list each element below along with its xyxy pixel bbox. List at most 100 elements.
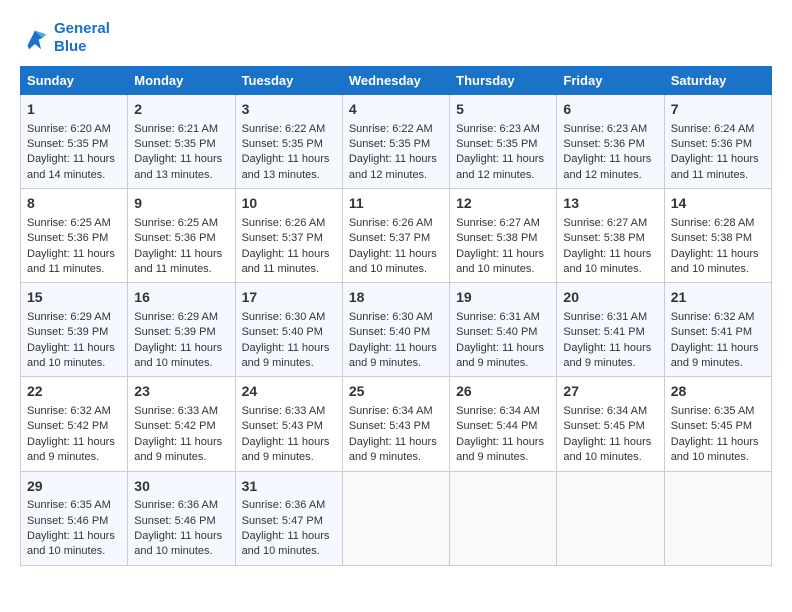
calendar-cell: 1Sunrise: 6:20 AMSunset: 5:35 PMDaylight… — [21, 95, 128, 189]
day-number: 9 — [134, 194, 228, 214]
sunrise-label: Sunrise: 6:22 AM — [349, 123, 433, 135]
daylight-label: Daylight: 11 hours and 12 minutes. — [563, 153, 651, 180]
sunset-label: Sunset: 5:42 PM — [134, 420, 215, 432]
calendar-cell: 13Sunrise: 6:27 AMSunset: 5:38 PMDayligh… — [557, 189, 664, 283]
sunset-label: Sunset: 5:40 PM — [349, 326, 430, 338]
calendar-cell: 5Sunrise: 6:23 AMSunset: 5:35 PMDaylight… — [450, 95, 557, 189]
calendar-cell: 24 Sunrise: 6:33 AM Sunset: 5:43 PM Dayligh… — [235, 377, 342, 471]
day-number: 19 — [456, 288, 550, 308]
sunset-label: Sunset: 5:35 PM — [27, 138, 108, 150]
sunset-label: Sunset: 5:44 PM — [456, 420, 537, 432]
sunrise-label: Sunrise: 6:30 AM — [242, 311, 326, 323]
day-number: 13 — [563, 194, 657, 214]
sunset-label: Sunset: 5:36 PM — [134, 232, 215, 244]
sunset-label: Sunset: 5:40 PM — [456, 326, 537, 338]
header-cell-sunday: Sunday — [21, 67, 128, 95]
daylight-label: Daylight: 11 hours and 11 minutes. — [27, 248, 115, 275]
calendar-cell — [664, 471, 771, 565]
sunset-label: Sunset: 5:37 PM — [242, 232, 323, 244]
calendar-cell: 11Sunrise: 6:26 AMSunset: 5:37 PMDayligh… — [342, 189, 449, 283]
daylight-label: Daylight: 11 hours and 10 minutes. — [563, 436, 651, 463]
header-cell-wednesday: Wednesday — [342, 67, 449, 95]
calendar-cell: 31Sunrise: 6:36 AMSunset: 5:47 PMDayligh… — [235, 471, 342, 565]
sunrise-label: Sunrise: 6:32 AM — [671, 311, 755, 323]
day-number: 7 — [671, 100, 765, 120]
sunset-label: Sunset: 5:43 PM — [242, 420, 323, 432]
daylight-label: Daylight: 11 hours and 12 minutes. — [456, 153, 544, 180]
sunset-label: Sunset: 5:38 PM — [671, 232, 752, 244]
sunrise-label: Sunrise: 6:24 AM — [671, 123, 755, 135]
daylight-label: Daylight: 11 hours and 12 minutes. — [349, 153, 437, 180]
sunset-label: Sunset: 5:35 PM — [242, 138, 323, 150]
sunrise-label: Sunrise: 6:26 AM — [349, 217, 433, 229]
sunrise-label: Sunrise: 6:34 AM — [349, 405, 433, 417]
daylight-label: Daylight: 11 hours and 11 minutes. — [671, 153, 759, 180]
calendar-cell: 21Sunrise: 6:32 AMSunset: 5:41 PMDayligh… — [664, 283, 771, 377]
week-row-2: 8Sunrise: 6:25 AMSunset: 5:36 PMDaylight… — [21, 189, 772, 283]
sunset-label: Sunset: 5:41 PM — [671, 326, 752, 338]
day-number: 20 — [563, 288, 657, 308]
day-number: 18 — [349, 288, 443, 308]
sunset-label: Sunset: 5:41 PM — [563, 326, 644, 338]
logo-icon — [20, 23, 50, 53]
sunrise-label: Sunrise: 6:33 AM — [242, 405, 326, 417]
page-header: General Blue — [20, 20, 772, 56]
daylight-label: Daylight: 11 hours and 9 minutes. — [349, 436, 437, 463]
sunset-label: Sunset: 5:38 PM — [456, 232, 537, 244]
sunset-label: Sunset: 5:47 PM — [242, 515, 323, 527]
calendar-cell: 30Sunrise: 6:36 AMSunset: 5:46 PMDayligh… — [128, 471, 235, 565]
calendar-cell: 12Sunrise: 6:27 AMSunset: 5:38 PMDayligh… — [450, 189, 557, 283]
day-number: 24 — [242, 382, 336, 402]
sunset-label: Sunset: 5:38 PM — [563, 232, 644, 244]
daylight-label: Daylight: 11 hours and 9 minutes. — [349, 342, 437, 369]
sunset-label: Sunset: 5:35 PM — [134, 138, 215, 150]
sunset-label: Sunset: 5:39 PM — [134, 326, 215, 338]
sunrise-label: Sunrise: 6:36 AM — [242, 499, 326, 511]
calendar-cell: 14Sunrise: 6:28 AMSunset: 5:38 PMDayligh… — [664, 189, 771, 283]
daylight-label: Daylight: 11 hours and 11 minutes. — [134, 248, 222, 275]
daylight-label: Daylight: 11 hours and 9 minutes. — [242, 436, 330, 463]
calendar-table: SundayMondayTuesdayWednesdayThursdayFrid… — [20, 66, 772, 566]
header-row: SundayMondayTuesdayWednesdayThursdayFrid… — [21, 67, 772, 95]
calendar-cell: 2Sunrise: 6:21 AMSunset: 5:35 PMDaylight… — [128, 95, 235, 189]
header-cell-saturday: Saturday — [664, 67, 771, 95]
day-number: 6 — [563, 100, 657, 120]
calendar-cell: 4Sunrise: 6:22 AMSunset: 5:35 PMDaylight… — [342, 95, 449, 189]
day-number: 11 — [349, 194, 443, 214]
day-number: 30 — [134, 477, 228, 497]
calendar-cell: 10Sunrise: 6:26 AMSunset: 5:37 PMDayligh… — [235, 189, 342, 283]
header-cell-monday: Monday — [128, 67, 235, 95]
day-number: 23 — [134, 382, 228, 402]
sunrise-label: Sunrise: 6:23 AM — [456, 123, 540, 135]
sunrise-label: Sunrise: 6:21 AM — [134, 123, 218, 135]
calendar-header: SundayMondayTuesdayWednesdayThursdayFrid… — [21, 67, 772, 95]
calendar-cell: 6Sunrise: 6:23 AMSunset: 5:36 PMDaylight… — [557, 95, 664, 189]
sunset-label: Sunset: 5:42 PM — [27, 420, 108, 432]
day-number: 21 — [671, 288, 765, 308]
sunset-label: Sunset: 5:36 PM — [563, 138, 644, 150]
calendar-cell: 22Sunrise: 6:32 AMSunset: 5:42 PMDayligh… — [21, 377, 128, 471]
sunset-label: Sunset: 5:45 PM — [671, 420, 752, 432]
calendar-cell: 8Sunrise: 6:25 AMSunset: 5:36 PMDaylight… — [21, 189, 128, 283]
sunrise-label: Sunrise: 6:34 AM — [563, 405, 647, 417]
calendar-cell: 28Sunrise: 6:35 AMSunset: 5:45 PMDayligh… — [664, 377, 771, 471]
day-number: 16 — [134, 288, 228, 308]
sunrise-label: Sunrise: 6:31 AM — [563, 311, 647, 323]
calendar-cell: 7Sunrise: 6:24 AMSunset: 5:36 PMDaylight… — [664, 95, 771, 189]
daylight-label: Daylight: 11 hours and 9 minutes. — [242, 342, 330, 369]
sunrise-label: Sunrise: 6:34 AM — [456, 405, 540, 417]
sunrise-label: Sunrise: 6:25 AM — [134, 217, 218, 229]
day-number: 25 — [349, 382, 443, 402]
sunrise-label: Sunrise: 6:35 AM — [27, 499, 111, 511]
day-number: 31 — [242, 477, 336, 497]
day-number: 29 — [27, 477, 121, 497]
calendar-cell: 3Sunrise: 6:22 AMSunset: 5:35 PMDaylight… — [235, 95, 342, 189]
calendar-cell: 18 Sunrise: 6:30 AM Sunset: 5:40 PM Dayligh… — [342, 283, 449, 377]
day-number: 12 — [456, 194, 550, 214]
daylight-label: Daylight: 11 hours and 13 minutes. — [242, 153, 330, 180]
week-row-4: 22Sunrise: 6:32 AMSunset: 5:42 PMDayligh… — [21, 377, 772, 471]
sunrise-label: Sunrise: 6:30 AM — [349, 311, 433, 323]
calendar-cell: 29Sunrise: 6:35 AMSunset: 5:46 PMDayligh… — [21, 471, 128, 565]
sunset-label: Sunset: 5:37 PM — [349, 232, 430, 244]
logo-text: General Blue — [54, 20, 110, 56]
